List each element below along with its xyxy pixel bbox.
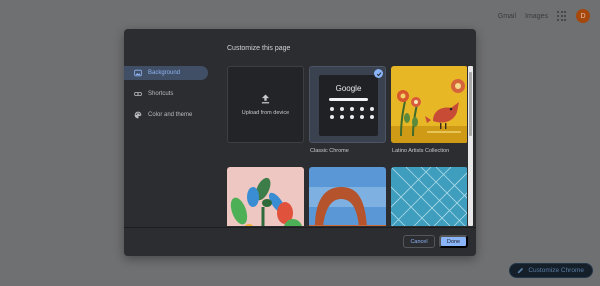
upload-tile[interactable]: Upload from device (227, 66, 304, 143)
ntp-top-bar: Gmail Images D (498, 9, 590, 23)
search-bar-preview (329, 98, 368, 101)
nav-item-background[interactable]: Background (124, 66, 208, 80)
latino-artists-label: Latino Artists Collection (392, 148, 450, 154)
nav-item-label: Shortcuts (148, 91, 174, 97)
classic-chrome-preview: Google (319, 75, 378, 136)
gmail-link[interactable]: Gmail (498, 13, 516, 20)
shortcut-dots-preview (330, 107, 374, 119)
selected-check-icon (374, 69, 383, 78)
latino-artwork-image (391, 66, 467, 143)
dialog-footer: Cancel Done (124, 227, 476, 256)
arch-landscape-tile[interactable] (309, 167, 386, 226)
customize-dialog: Customize this page Background Shortcuts… (124, 29, 476, 256)
glass-building-image (391, 167, 467, 226)
scrollbar-thumb[interactable] (469, 72, 472, 136)
classic-chrome-tile[interactable]: Google (309, 66, 386, 143)
done-button[interactable]: Done (439, 235, 468, 248)
images-link[interactable]: Images (525, 13, 548, 20)
apps-grid-icon[interactable] (557, 11, 567, 21)
customize-chrome-label: Customize Chrome (528, 267, 584, 274)
nav-item-color-theme[interactable]: Color and theme (124, 108, 212, 122)
latino-artists-tile[interactable] (391, 66, 467, 143)
plant-artwork-image (227, 167, 304, 226)
arch-landscape-image (309, 167, 386, 226)
pencil-icon (518, 267, 524, 274)
nav-item-label: Background (148, 70, 181, 76)
glass-building-tile[interactable] (391, 167, 467, 226)
dialog-title: Customize this page (227, 45, 291, 52)
nav-item-shortcuts[interactable]: Shortcuts (124, 87, 212, 101)
background-grid: Upload from device Google Classic Chrome (227, 66, 467, 226)
background-icon (134, 69, 142, 77)
google-logo-text: Google (335, 84, 362, 93)
link-icon (134, 90, 142, 98)
grid-scrollbar[interactable] (468, 66, 473, 226)
upload-icon (261, 94, 270, 103)
nav-item-label: Color and theme (148, 112, 193, 118)
classic-chrome-label: Classic Chrome (310, 148, 349, 154)
upload-label: Upload from device (241, 109, 290, 116)
avatar[interactable]: D (576, 9, 590, 23)
plant-art-tile[interactable] (227, 167, 304, 226)
cancel-button[interactable]: Cancel (403, 235, 435, 248)
palette-icon (134, 111, 142, 119)
dialog-nav: Background Shortcuts Color and theme (124, 66, 212, 129)
customize-chrome-button[interactable]: Customize Chrome (509, 263, 593, 278)
